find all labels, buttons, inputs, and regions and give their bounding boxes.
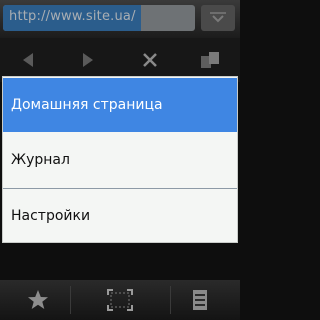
bookmark-star-icon xyxy=(28,290,48,309)
url-bar: http://www.site.ua/ xyxy=(0,0,240,38)
popup-menu: Домашняя страница Журнал Настройки xyxy=(2,76,238,243)
fullscreen-icon xyxy=(107,289,133,311)
url-dropdown-button[interactable] xyxy=(201,5,235,31)
url-field[interactable]: http://www.site.ua/ xyxy=(3,5,195,31)
url-text: http://www.site.ua/ xyxy=(9,9,136,24)
menu-item-settings[interactable]: Настройки xyxy=(3,189,237,243)
menu-item-history[interactable]: Журнал xyxy=(3,133,237,187)
options-button[interactable] xyxy=(170,280,230,320)
chevron-down-icon xyxy=(210,12,226,23)
bottom-toolbar xyxy=(0,280,240,320)
forward-arrow-icon xyxy=(83,53,93,67)
back-arrow-icon xyxy=(23,53,33,67)
fullscreen-button[interactable] xyxy=(90,280,150,320)
menu-item-home-page[interactable]: Домашняя страница xyxy=(3,78,237,132)
bookmarks-button[interactable] xyxy=(8,280,68,320)
toolbar-separator xyxy=(70,286,71,314)
stop-x-icon xyxy=(143,53,157,67)
menu-options-icon xyxy=(193,290,207,310)
windows-icon xyxy=(201,52,219,68)
